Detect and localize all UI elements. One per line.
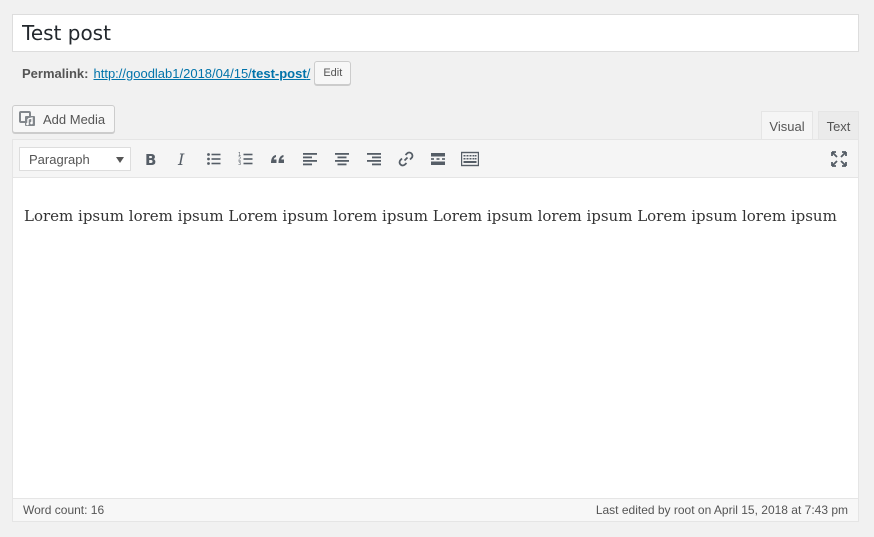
numbered-list-icon: 1 2 3 [238, 152, 253, 167]
italic-button[interactable]: I [170, 148, 194, 170]
align-center-button[interactable] [330, 148, 354, 170]
format-select-value: Paragraph [29, 151, 90, 167]
fullscreen-icon [831, 151, 847, 167]
permalink-edit-button[interactable]: Edit [314, 61, 352, 85]
numbered-list-button[interactable]: 1 2 3 [234, 148, 258, 170]
blockquote-icon [271, 155, 284, 163]
toolbar-toggle-icon [461, 151, 479, 167]
bold-button[interactable]: B [138, 148, 162, 170]
bulleted-list-button[interactable] [202, 148, 226, 170]
content-paragraph: Lorem ipsum lorem ipsum Lorem ipsum lore… [24, 207, 837, 225]
editor-status-bar: Word count: 16 Last edited by root on Ap… [13, 498, 858, 521]
tab-text[interactable]: Text [818, 111, 859, 140]
permalink-base: http://goodlab1/2018/04/15/ [93, 65, 252, 81]
permalink-slug: test-post [251, 65, 307, 81]
editor-content[interactable]: Lorem ipsum lorem ipsum Lorem ipsum lore… [13, 178, 858, 254]
read-more-button[interactable] [426, 148, 450, 170]
align-center-icon [335, 153, 349, 166]
toolbar-toggle-button[interactable] [458, 148, 482, 170]
editor: Paragraph B I 1 2 3 Lorem ipsum lorem ip… [12, 139, 859, 522]
editor-toolbar: Paragraph B I 1 2 3 [13, 140, 858, 178]
svg-text:I: I [177, 151, 185, 167]
permalink-end: / [306, 65, 311, 81]
link-icon [398, 151, 414, 167]
permalink-row: Permalink: http://goodlab1/2018/04/15/te… [22, 61, 352, 85]
format-select[interactable]: Paragraph [19, 147, 131, 171]
post-title-input[interactable] [12, 14, 859, 52]
bulleted-list-icon [207, 153, 221, 165]
svg-text:B: B [145, 151, 156, 167]
blockquote-button[interactable] [266, 148, 290, 170]
add-media-button[interactable]: Add Media [12, 105, 115, 133]
align-right-icon [367, 153, 381, 166]
align-left-icon [303, 153, 317, 166]
permalink-label: Permalink: [22, 65, 89, 81]
add-media-label: Add Media [43, 111, 106, 127]
insert-link-button[interactable] [394, 148, 418, 170]
align-right-button[interactable] [362, 148, 386, 170]
last-edited: Last edited by root on April 15, 2018 at… [595, 503, 848, 517]
italic-icon: I [177, 151, 185, 167]
media-icon [19, 111, 35, 126]
permalink-link[interactable]: http://goodlab1/2018/04/15/test-post/ [93, 66, 310, 81]
svg-text:3: 3 [238, 161, 241, 167]
fullscreen-button[interactable] [827, 148, 851, 170]
align-left-button[interactable] [298, 148, 322, 170]
chevron-down-icon [116, 157, 124, 163]
word-count: Word count: 16 [23, 503, 105, 517]
read-more-icon [431, 153, 445, 165]
bold-icon: B [145, 151, 156, 167]
tab-visual[interactable]: Visual [761, 111, 813, 140]
